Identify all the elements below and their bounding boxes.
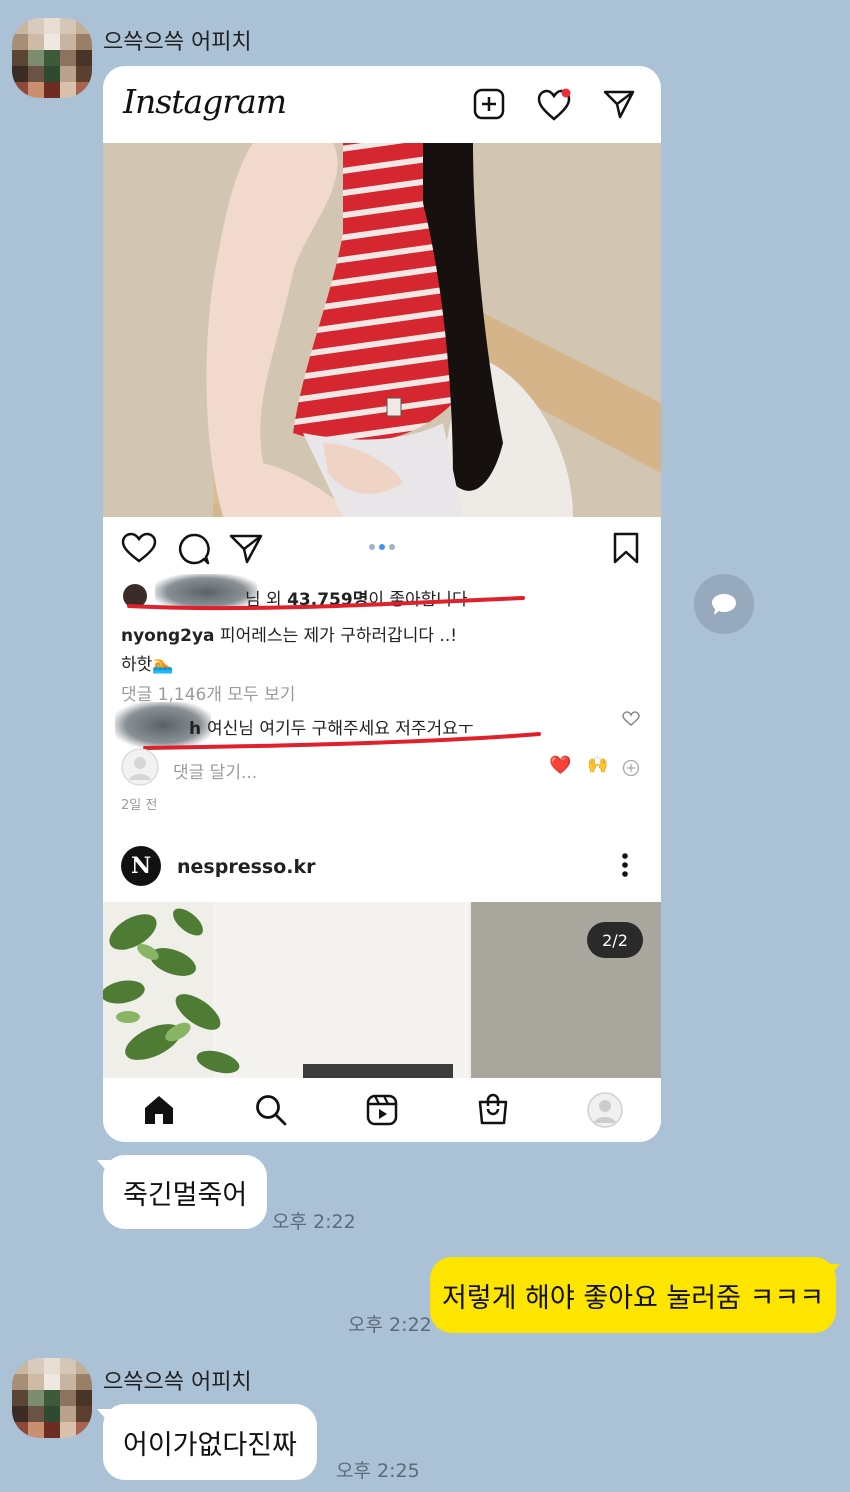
profile-icon[interactable] xyxy=(587,1092,623,1128)
bookmark-icon xyxy=(613,532,639,564)
carousel-page-badge: 2/2 xyxy=(587,922,643,958)
red-underline-2 xyxy=(143,732,541,750)
search-icon[interactable] xyxy=(255,1094,287,1126)
comment-input[interactable]: 댓글 달기... xyxy=(173,758,257,783)
message-text: 저렇게 해야 좋아요 눌러줌 ㅋㅋㅋ xyxy=(441,1282,825,1314)
message-time: 오후 2:22 xyxy=(348,1314,432,1336)
heart-notification-icon xyxy=(537,88,571,121)
carousel-dots xyxy=(369,544,395,550)
instagram-bottom-nav xyxy=(103,1078,661,1142)
post-photo xyxy=(103,143,661,517)
share-chat-button[interactable] xyxy=(694,574,754,634)
post-time-ago: 2일 전 xyxy=(121,798,158,813)
sender-avatar[interactable] xyxy=(12,18,92,98)
caption-username[interactable]: nyong2ya xyxy=(121,626,215,646)
instagram-logo: Instagram xyxy=(123,82,287,121)
comment-icon xyxy=(178,533,210,565)
shared-image-card[interactable]: Instagram 님 외 43,759명이 좋아합니다 nyong2ya 피어… xyxy=(103,66,661,1142)
nespresso-avatar[interactable]: N xyxy=(121,846,161,886)
sender-name: 으쓱으쓱 어피치 xyxy=(103,1370,252,1395)
like-icon xyxy=(121,532,157,563)
next-account-name[interactable]: nespresso.kr xyxy=(177,856,315,878)
share-icon xyxy=(229,534,263,564)
caption: nyong2ya 피어레스는 제가 구하러갑니다 ..! xyxy=(121,621,457,646)
add-emoji-icon[interactable] xyxy=(622,759,640,777)
message-time: 오후 2:25 xyxy=(336,1460,420,1482)
quick-emoji-hands[interactable]: 🙌 xyxy=(587,755,608,775)
shop-icon[interactable] xyxy=(477,1092,509,1126)
sender-name: 으쓱으쓱 어피치 xyxy=(103,30,252,55)
message-text: 어이가없다진짜 xyxy=(123,1429,297,1461)
caption-line2: 하핫🏊 xyxy=(121,655,174,675)
bubble-tail xyxy=(826,1264,840,1280)
quick-emoji-heart[interactable]: ❤️ xyxy=(549,755,571,776)
reels-icon[interactable] xyxy=(366,1094,398,1126)
sender-avatar[interactable] xyxy=(12,1358,92,1438)
received-message-bubble[interactable]: 죽긴멀죽어 xyxy=(103,1155,268,1229)
next-post-photo: 2/2 xyxy=(103,902,661,1078)
comment-like-icon xyxy=(622,711,640,726)
home-icon[interactable] xyxy=(143,1094,175,1126)
more-options-icon[interactable] xyxy=(621,852,629,878)
sent-message-bubble[interactable]: 저렇게 해야 좋아요 눌러줌 ㅋㅋㅋ xyxy=(430,1257,836,1333)
received-message-bubble[interactable]: 어이가없다진짜 xyxy=(103,1404,317,1480)
caption-text: 피어레스는 제가 구하러갑니다 ..! xyxy=(214,626,458,646)
speech-bubble-icon xyxy=(712,594,736,615)
direct-message-icon xyxy=(603,90,635,119)
red-underline-1 xyxy=(127,596,525,611)
add-post-icon xyxy=(473,88,505,120)
my-avatar-icon xyxy=(121,748,159,786)
message-time: 오후 2:22 xyxy=(272,1211,356,1233)
message-text: 죽긴멀죽어 xyxy=(123,1179,248,1211)
